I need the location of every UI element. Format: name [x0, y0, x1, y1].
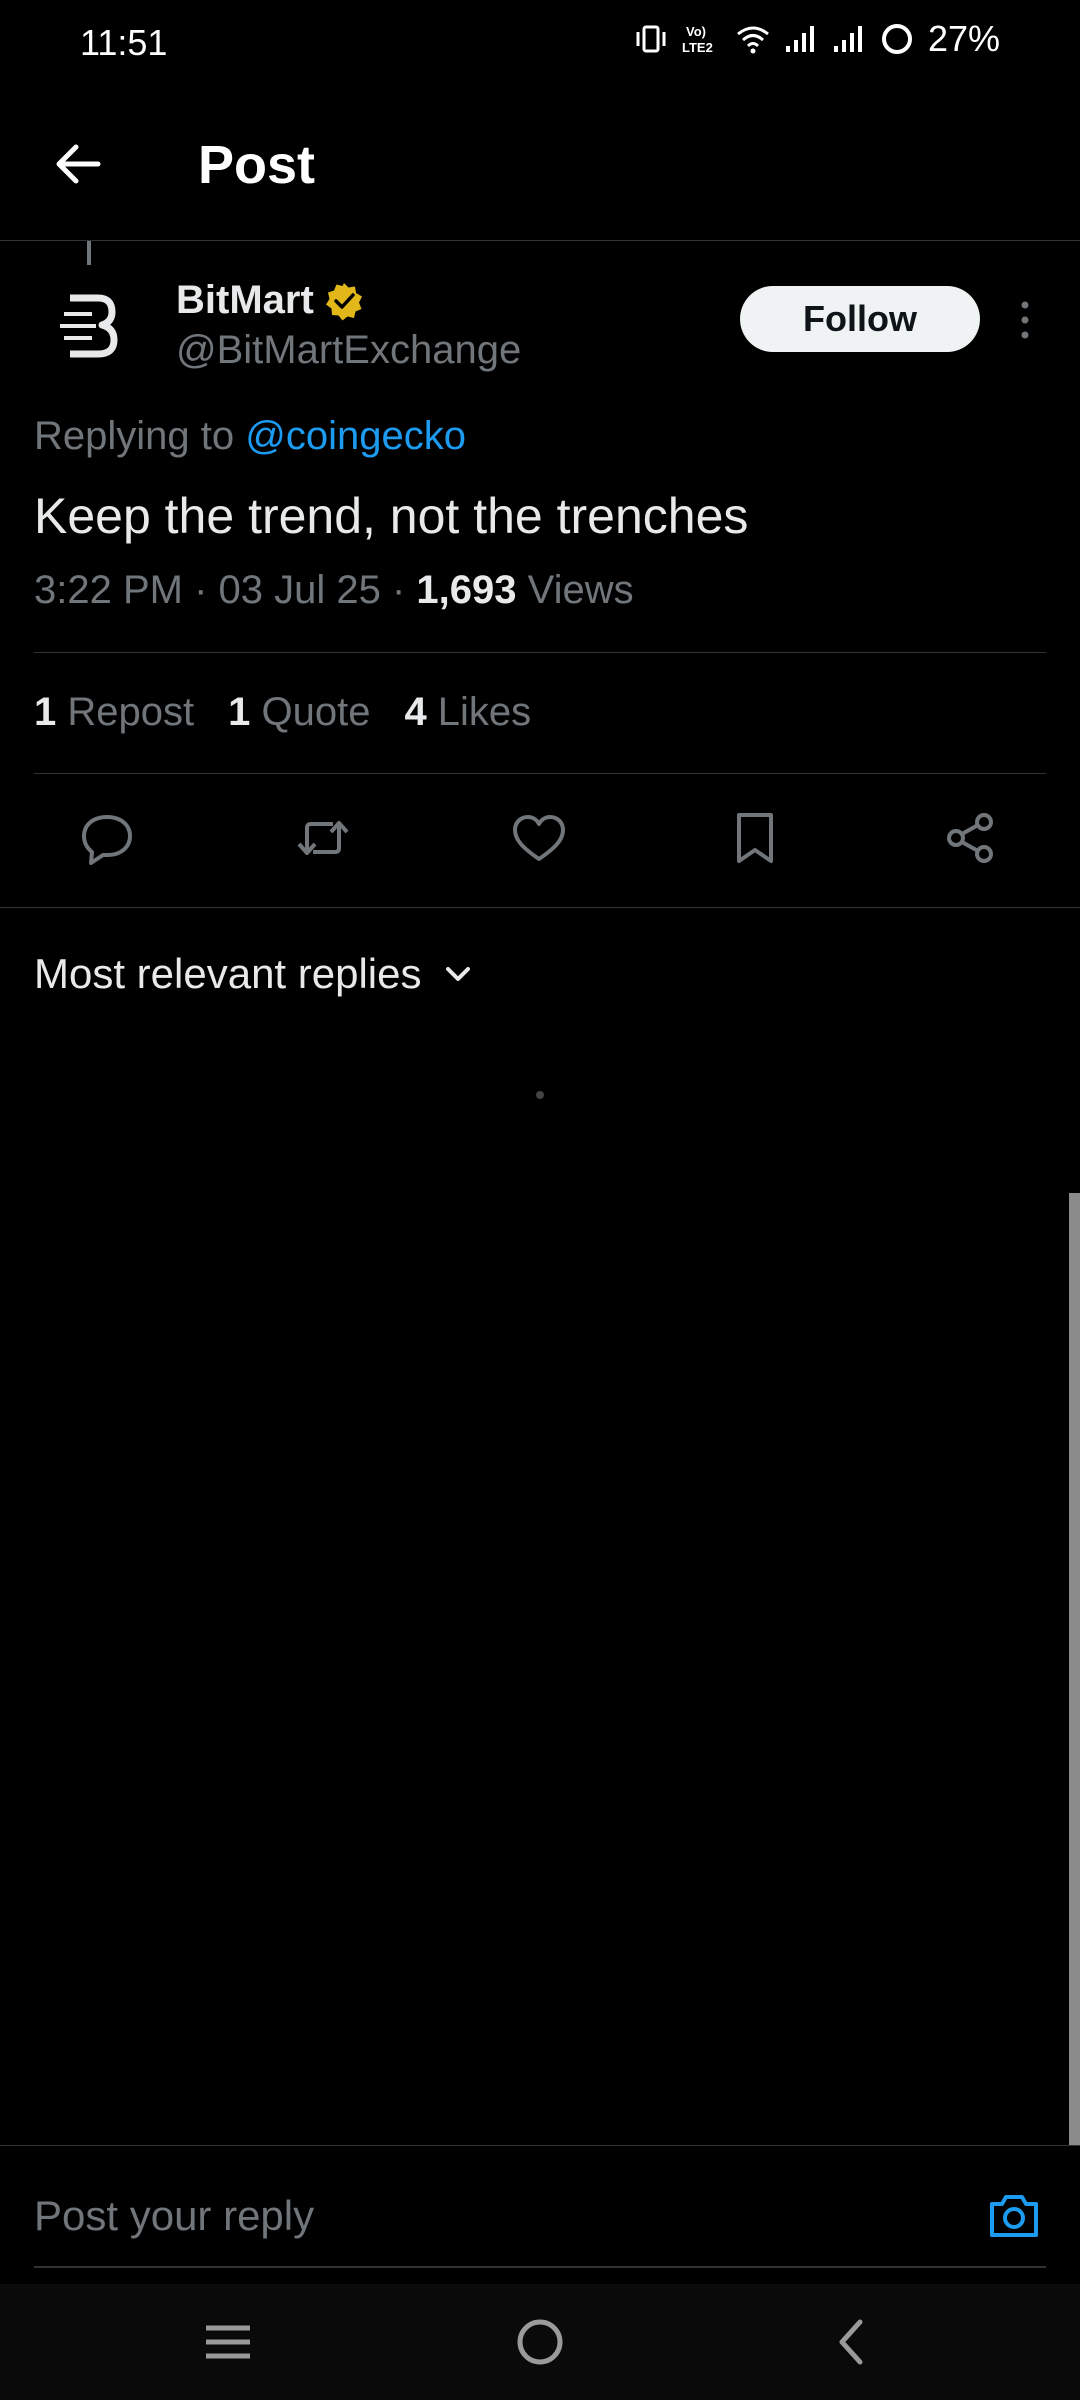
- like-button[interactable]: [509, 808, 569, 868]
- meta-separator: ·: [380, 568, 417, 612]
- meta-separator: ·: [182, 568, 219, 612]
- post-date[interactable]: 03 Jul 25: [219, 568, 381, 612]
- divider: [34, 773, 1046, 774]
- replies-sort-dropdown[interactable]: Most relevant replies: [34, 950, 474, 998]
- volte-icon: Vo) LTE2: [682, 24, 713, 55]
- quotes-count: 1: [228, 690, 251, 734]
- repost-icon: [297, 821, 349, 855]
- back-button[interactable]: [50, 136, 106, 192]
- share-icon: [947, 813, 993, 863]
- reply-button[interactable]: [77, 808, 137, 868]
- repost-button[interactable]: [293, 808, 353, 868]
- camera-icon: [990, 2195, 1038, 2237]
- avatar[interactable]: [34, 270, 144, 380]
- views-label: Views: [516, 568, 634, 612]
- svg-text:Vo): Vo): [686, 24, 706, 39]
- more-vertical-icon: [1021, 301, 1029, 339]
- divider: [0, 2145, 1080, 2146]
- reply-underline: [34, 2266, 1046, 2268]
- post-time[interactable]: 3:22 PM: [34, 568, 183, 612]
- bitmart-logo-icon: [60, 294, 118, 358]
- follow-button[interactable]: Follow: [740, 286, 980, 352]
- views-count: 1,693: [416, 568, 517, 612]
- signal-icon: [785, 26, 814, 52]
- reply-input[interactable]: [34, 2186, 934, 2246]
- back-icon: [839, 2319, 863, 2365]
- home-icon: [517, 2319, 563, 2365]
- post-text: Keep the trend, not the trenches: [34, 488, 749, 544]
- chevron-down-icon: [445, 967, 470, 981]
- quotes-label: Quote: [250, 690, 371, 734]
- divider: [0, 907, 1080, 908]
- like-icon: [513, 815, 565, 861]
- replying-to-link[interactable]: @coingecko: [245, 414, 466, 458]
- wifi-icon: [737, 26, 769, 54]
- home-button[interactable]: [510, 2312, 570, 2372]
- post-meta: 3:22 PM · 03 Jul 25 · 1,693 Views: [34, 568, 634, 613]
- reposts-count: 1: [34, 690, 57, 734]
- replying-prefix: Replying to: [34, 414, 246, 458]
- sort-label: Most relevant replies: [34, 950, 422, 997]
- likes-count: 4: [404, 690, 427, 734]
- camera-button[interactable]: [986, 2188, 1042, 2244]
- menu-icon: [206, 2325, 250, 2359]
- status-icons: Vo) LTE2 27%: [634, 18, 1000, 60]
- svg-text:LTE2: LTE2: [682, 40, 713, 55]
- arrow-left-icon: [56, 144, 101, 184]
- author-name[interactable]: BitMart: [176, 278, 314, 323]
- bookmark-button[interactable]: [725, 808, 785, 868]
- loading-indicator: [536, 1091, 544, 1099]
- reposts-label: Repost: [56, 690, 195, 734]
- thread-connector: [87, 241, 91, 265]
- page-title: Post: [198, 135, 316, 195]
- likes-label: Likes: [426, 690, 532, 734]
- bookmark-icon: [737, 813, 773, 863]
- status-time: 11:51: [80, 22, 168, 63]
- replying-to: Replying to @coingecko: [34, 414, 466, 459]
- recents-button[interactable]: [198, 2312, 258, 2372]
- engagement-stats: 1 Repost 1 Quote 4 Likes: [34, 690, 531, 735]
- share-button[interactable]: [941, 808, 1001, 868]
- signal-icon: [833, 26, 862, 52]
- reply-icon: [82, 815, 132, 865]
- header-divider: [0, 240, 1080, 241]
- quotes-stat[interactable]: 1 Quote: [228, 690, 370, 735]
- battery-percent: 27%: [927, 18, 1000, 59]
- author-handle[interactable]: @BitMartExchange: [176, 328, 521, 373]
- likes-stat[interactable]: 4 Likes: [404, 690, 531, 735]
- scrollbar[interactable]: [1069, 1193, 1080, 2145]
- system-back-button[interactable]: [822, 2312, 882, 2372]
- vibrate-icon: [636, 25, 666, 53]
- reposts-stat[interactable]: 1 Repost: [34, 690, 194, 735]
- divider: [34, 652, 1046, 653]
- more-options-button[interactable]: [1010, 296, 1040, 344]
- battery-icon: [881, 24, 912, 54]
- author-name-row[interactable]: BitMart: [176, 278, 364, 323]
- verified-badge-icon: [325, 282, 362, 320]
